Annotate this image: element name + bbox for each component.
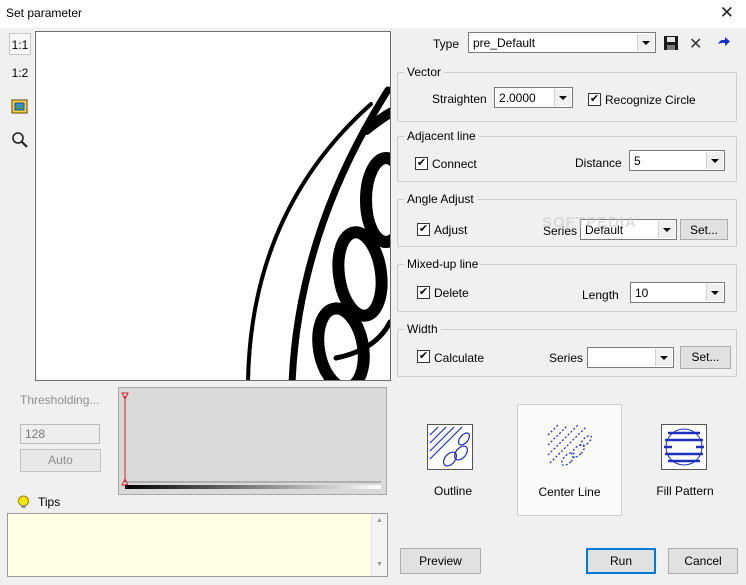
width-series-label: Series: [549, 351, 584, 365]
cancel-button[interactable]: Cancel: [668, 548, 738, 574]
length-label: Length: [582, 288, 619, 302]
chevron-down-icon: [655, 349, 672, 366]
straighten-select[interactable]: 2.0000: [494, 87, 573, 108]
connect-label: Connect: [432, 157, 477, 171]
tips-label: Tips: [38, 495, 61, 509]
preview-canvas[interactable]: [35, 31, 391, 381]
auto-button: Auto: [20, 449, 101, 472]
length-value: 10: [635, 286, 649, 300]
center-line-mode-icon: [546, 423, 592, 469]
angle-set-button[interactable]: Set...: [680, 219, 728, 240]
mixed-up-line-title: Mixed-up line: [404, 257, 482, 271]
chevron-down-icon: [706, 284, 723, 301]
run-button[interactable]: Run: [586, 548, 656, 574]
type-select-value: pre_Default: [473, 36, 536, 50]
magnifier-icon[interactable]: [9, 131, 31, 153]
adjust-label: Adjust: [434, 223, 468, 237]
length-select[interactable]: 10: [630, 282, 725, 303]
mode-outline-label: Outline: [433, 484, 473, 498]
recognize-circle-checkbox[interactable]: ✔: [588, 93, 601, 106]
type-label: Type: [433, 37, 460, 51]
close-icon[interactable]: ✕: [720, 3, 734, 23]
title-bar: Set parameter ✕: [0, 0, 746, 28]
zoom-1-1-button[interactable]: 1:1: [9, 33, 31, 55]
save-icon[interactable]: [663, 35, 679, 54]
distance-label: Distance: [575, 156, 622, 170]
threshold-value-field: 128: [20, 424, 100, 444]
width-set-button[interactable]: Set...: [680, 346, 731, 369]
delete-label: Delete: [434, 286, 469, 300]
calculate-label: Calculate: [434, 351, 485, 365]
window-title: Set parameter: [6, 6, 83, 20]
mode-fill-pattern[interactable]: Fill Pattern: [633, 406, 737, 516]
chevron-down-icon: [554, 89, 571, 106]
rename-icon[interactable]: [716, 34, 732, 53]
recognize-circle-label: Recognize Circle: [605, 93, 696, 107]
tips-scrollbar[interactable]: ▲ ▼: [371, 514, 387, 576]
chevron-down-icon: [637, 34, 654, 51]
width-series-select[interactable]: [587, 347, 674, 368]
chevron-down-icon: [706, 152, 723, 169]
angle-adjust-title: Angle Adjust: [404, 192, 477, 206]
delete-icon[interactable]: ✕: [689, 34, 702, 54]
width-group-title: Width: [404, 322, 441, 336]
mode-fill-pattern-label: Fill Pattern: [656, 484, 714, 498]
fit-image-icon[interactable]: [9, 98, 31, 120]
histogram[interactable]: [118, 387, 387, 495]
distance-select[interactable]: 5: [629, 150, 725, 171]
zoom-1-2-button[interactable]: 1:2: [9, 62, 31, 84]
calculate-checkbox[interactable]: ✔: [417, 350, 430, 363]
type-select[interactable]: pre_Default: [468, 32, 656, 53]
mode-center-line[interactable]: Center Line: [517, 404, 622, 516]
straighten-label: Straighten: [432, 92, 487, 106]
straighten-value: 2.0000: [499, 91, 536, 105]
connect-checkbox[interactable]: ✔: [415, 157, 428, 170]
mode-outline[interactable]: Outline: [401, 406, 505, 516]
adjacent-line-title: Adjacent line: [404, 129, 479, 143]
chevron-down-icon: [658, 221, 675, 238]
vector-group-title: Vector: [404, 65, 445, 79]
watermark: SOFTPEDIA: [542, 214, 637, 231]
mode-center-line-label: Center Line: [538, 485, 601, 499]
threshold-label: Thresholding...: [20, 393, 100, 407]
outline-mode-icon: [427, 424, 473, 470]
fill-pattern-mode-icon: [661, 424, 707, 470]
distance-value: 5: [634, 154, 641, 168]
tips-text-area[interactable]: ▲ ▼: [7, 513, 388, 577]
preview-button[interactable]: Preview: [400, 548, 481, 574]
delete-checkbox[interactable]: ✔: [417, 286, 430, 299]
adjust-checkbox[interactable]: ✔: [417, 223, 430, 236]
bulb-icon: [17, 495, 30, 513]
